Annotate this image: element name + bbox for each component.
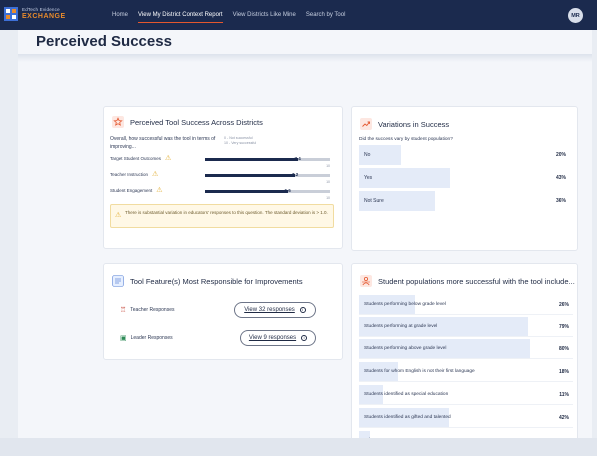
nav-search-by-tool[interactable]: Search by Tool bbox=[306, 0, 346, 30]
info-icon: i bbox=[301, 335, 308, 341]
population-row: Students identified as special education… bbox=[359, 385, 573, 405]
score-value: 7.2 bbox=[292, 172, 299, 177]
nav-districts-like-mine[interactable]: View Districts Like Mine bbox=[233, 0, 296, 30]
answer-row: Not Sure 36% bbox=[359, 191, 571, 211]
populations-card: Student populations more successful with… bbox=[351, 263, 578, 456]
population-row: Students for whom English is not their f… bbox=[359, 362, 573, 382]
population-row: Students identified as gifted and talent… bbox=[359, 408, 573, 428]
population-row: Students performing above grade level 80… bbox=[359, 339, 573, 359]
metric-row: Student Engagement ⚠ 6.6 10 bbox=[110, 187, 330, 200]
metric-row: Teacher Instruction ⚠ 7.2 10 bbox=[110, 171, 330, 184]
score-bar-fill bbox=[205, 174, 295, 177]
answer-fill bbox=[359, 168, 451, 188]
score-max: 10 bbox=[326, 164, 330, 168]
warning-icon: ⚠ bbox=[152, 171, 159, 178]
tool-success-question: Overall, how successful was the tool in … bbox=[110, 136, 216, 150]
variations-question: Did the success vary by student populati… bbox=[359, 137, 453, 142]
view-leader-responses-button[interactable]: View 9 responses i bbox=[240, 330, 316, 346]
tool-success-card: Perceived Tool Success Across Districts … bbox=[103, 106, 343, 249]
students-icon bbox=[360, 275, 372, 287]
scale-legend: 0 - Not successful 10 - Very successful bbox=[224, 136, 257, 146]
top-navbar: EdTech Evidence EXCHANGE Home View My Di… bbox=[0, 0, 597, 30]
logo-icon bbox=[4, 7, 18, 21]
nav-home[interactable]: Home bbox=[112, 0, 128, 30]
score-bar-track: 6.6 10 bbox=[205, 188, 330, 200]
score-value: 6.6 bbox=[284, 188, 291, 193]
star-icon bbox=[112, 116, 124, 128]
info-icon: i bbox=[299, 307, 306, 313]
leader-icon: ▣ bbox=[120, 335, 127, 342]
page: Perceived Success Perceived Tool Success… bbox=[18, 30, 592, 456]
logo-line1: EdTech Evidence bbox=[22, 6, 60, 12]
nav-district-report[interactable]: View My District Context Report bbox=[138, 0, 223, 30]
populations-title: Student populations more successful with… bbox=[360, 275, 575, 287]
score-bar-fill bbox=[205, 158, 298, 161]
population-row: Students performing below grade level 26… bbox=[359, 295, 573, 315]
score-bar-fill bbox=[205, 190, 288, 193]
document-icon bbox=[112, 275, 124, 287]
score-max: 10 bbox=[326, 180, 330, 184]
leader-responses-row: ▣ Leader Responses View 9 responses i bbox=[110, 328, 338, 348]
tool-success-title: Perceived Tool Success Across Districts bbox=[112, 116, 263, 128]
score-bar-track: 7.4 10 bbox=[205, 156, 330, 168]
answer-row: No 20% bbox=[359, 145, 571, 165]
answer-row: Yes 43% bbox=[359, 168, 571, 188]
variation-warning: ⚠ There is substantial variation in educ… bbox=[110, 204, 334, 228]
teacher-responses-row: ♖ Teacher Responses View 32 responses i bbox=[110, 300, 338, 320]
view-teacher-responses-button[interactable]: View 32 responses i bbox=[234, 302, 316, 318]
bottom-strip bbox=[0, 438, 597, 456]
warning-icon: ⚠ bbox=[165, 155, 172, 162]
warning-icon: ⚠ bbox=[156, 187, 163, 194]
logo[interactable]: EdTech Evidence EXCHANGE bbox=[4, 7, 66, 21]
features-title: Tool Feature(s) Most Responsible for Imp… bbox=[112, 275, 303, 287]
variations-title: Variations in Success bbox=[360, 118, 449, 130]
avatar[interactable]: MR bbox=[568, 8, 583, 23]
teacher-icon: ♖ bbox=[120, 307, 127, 314]
trend-up-icon bbox=[360, 118, 372, 130]
score-max: 10 bbox=[326, 196, 330, 200]
variations-card: Variations in Success Did the success va… bbox=[351, 106, 578, 251]
features-card: Tool Feature(s) Most Responsible for Imp… bbox=[103, 263, 343, 360]
page-title: Perceived Success bbox=[36, 33, 172, 50]
score-value: 7.4 bbox=[294, 156, 301, 161]
population-row: Students performing at grade level 79% bbox=[359, 317, 573, 337]
nav-links: Home View My District Context Report Vie… bbox=[112, 0, 355, 30]
metric-row: Target Student Outcomes ⚠ 7.4 10 bbox=[110, 155, 330, 168]
warning-icon: ⚠ bbox=[115, 212, 122, 219]
logo-line2: EXCHANGE bbox=[22, 13, 66, 21]
score-bar-track: 7.2 10 bbox=[205, 172, 330, 184]
variation-warning-text: There is substantial variation in educat… bbox=[125, 210, 328, 215]
title-divider bbox=[18, 54, 592, 62]
